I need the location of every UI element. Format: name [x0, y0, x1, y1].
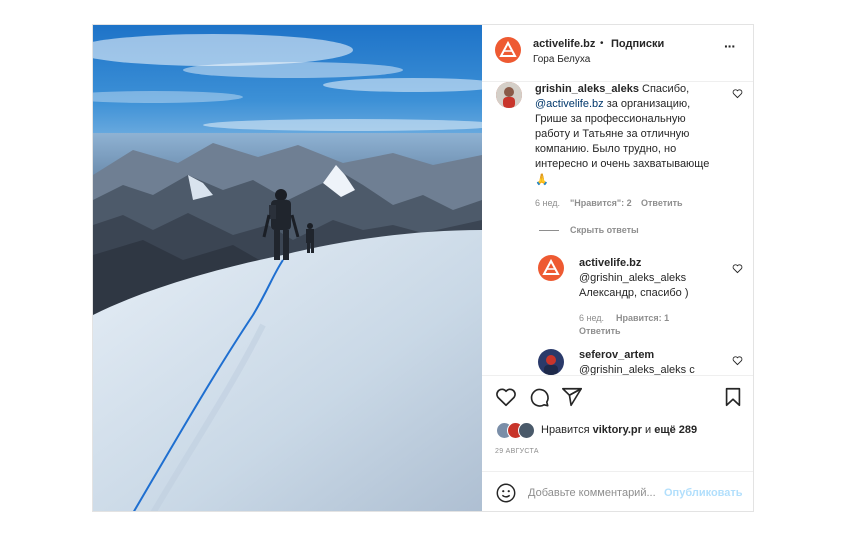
- comment-line: интересно и очень захватывающе: [535, 158, 710, 170]
- comment-input[interactable]: Добавьте комментарий...: [528, 487, 656, 499]
- post-card: activelife.bz • Подписки Гора Белуха ···…: [92, 24, 754, 512]
- avatar[interactable]: [518, 422, 535, 439]
- comment-text-part: Спасибо,: [642, 83, 690, 95]
- reply-time[interactable]: 6 нед.: [579, 313, 604, 323]
- reply-author[interactable]: seferov_artem: [579, 349, 654, 361]
- reply-mention[interactable]: @grishin_aleks_aleks: [579, 271, 686, 286]
- post-author[interactable]: activelife.bz: [533, 38, 595, 50]
- post-side-panel: activelife.bz • Подписки Гора Белуха ···…: [482, 25, 753, 511]
- comment-line: работу и Татьяне за отличную: [535, 128, 690, 140]
- reply-text: Александр, спасибо ): [579, 287, 689, 299]
- reply-likes[interactable]: Нравится: 1: [616, 313, 669, 323]
- reply-author[interactable]: activelife.bz: [579, 257, 641, 269]
- likes-prefix: Нравится: [541, 424, 590, 436]
- comment-line: Грише за профессиональную: [535, 113, 686, 125]
- reply-clip: seferov_artem @grishin_aleks_aleks с: [482, 343, 753, 375]
- comment-line: компанию. Было трудно, но: [535, 143, 677, 155]
- brand-logo-icon[interactable]: [495, 37, 521, 63]
- likes-summary: Нравится viktory.pr и ещё 289: [541, 424, 697, 436]
- header-dot: •: [600, 38, 604, 49]
- bookmark-icon[interactable]: [722, 386, 744, 408]
- comment-likes[interactable]: "Нравится": 2: [570, 198, 632, 208]
- publish-button[interactable]: Опубликовать: [664, 487, 743, 499]
- reply-mention[interactable]: @grishin_aleks_aleks с: [579, 363, 695, 375]
- post-location[interactable]: Гора Белуха: [533, 54, 590, 65]
- post-actions: Нравится viktory.pr и ещё 289 29 АВГУСТА: [482, 375, 753, 472]
- comment-time[interactable]: 6 нед.: [535, 198, 560, 208]
- following-button[interactable]: Подписки: [611, 38, 664, 50]
- hide-replies-line: [539, 230, 559, 231]
- comment-like-heart-icon[interactable]: [732, 88, 743, 99]
- comment-author[interactable]: grishin_aleks_aleks: [535, 83, 639, 95]
- reply-reply-button[interactable]: Ответить: [579, 326, 621, 336]
- likes-user[interactable]: viktory.pr: [593, 424, 642, 436]
- comment-mention[interactable]: @activelife.bz: [535, 98, 604, 110]
- share-icon[interactable]: [561, 386, 583, 408]
- smiley-icon[interactable]: [495, 482, 517, 504]
- hide-replies-button[interactable]: Скрыть ответы: [570, 225, 639, 235]
- comment-text: grishin_aleks_aleks Спасибо, @activelife…: [535, 82, 725, 188]
- post-photo[interactable]: [93, 25, 482, 511]
- likes-conj: и: [644, 424, 652, 436]
- pray-emoji: 🙏: [535, 173, 549, 186]
- reply-like-heart-icon[interactable]: [732, 355, 743, 366]
- more-icon[interactable]: ···: [724, 38, 736, 54]
- post-header: activelife.bz • Подписки Гора Белуха ···: [482, 25, 753, 82]
- heart-icon[interactable]: [495, 386, 517, 408]
- mountain-photo: [93, 25, 482, 511]
- avatar[interactable]: [538, 349, 564, 375]
- comment-text-part: за организацию,: [603, 98, 691, 110]
- likes-others[interactable]: ещё 289: [654, 424, 697, 436]
- post-date[interactable]: 29 АВГУСТА: [495, 448, 539, 455]
- brand-logo-icon[interactable]: [538, 255, 564, 281]
- reply-like-heart-icon[interactable]: [732, 263, 743, 274]
- comment-reply-button[interactable]: Ответить: [641, 198, 683, 208]
- avatar[interactable]: [496, 82, 522, 108]
- comment-icon[interactable]: [528, 386, 550, 408]
- comment-composer: Добавьте комментарий... Опубликовать: [482, 471, 753, 511]
